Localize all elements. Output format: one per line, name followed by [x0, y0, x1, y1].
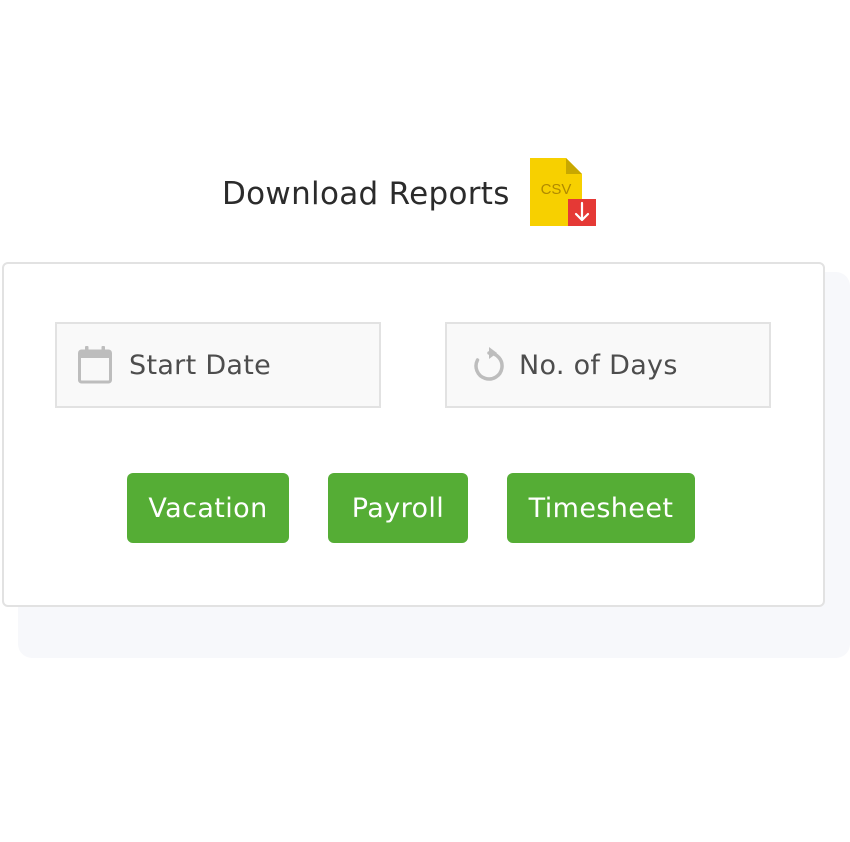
csv-download-icon: CSV	[529, 158, 596, 228]
csv-file-icon: CSV	[529, 158, 596, 226]
num-days-field[interactable]: No. of Days	[445, 322, 771, 408]
calendar-icon	[77, 345, 113, 385]
report-header: Download Reports CSV	[222, 158, 596, 228]
report-card	[2, 262, 825, 607]
num-days-placeholder: No. of Days	[519, 349, 678, 381]
csv-label: CSV	[540, 181, 571, 198]
download-reports-page: Download Reports CSV Start Date No. of D…	[0, 0, 850, 842]
start-date-placeholder: Start Date	[129, 349, 272, 381]
page-title: Download Reports	[222, 176, 510, 212]
refresh-icon	[471, 345, 507, 385]
timesheet-report-button[interactable]: Timesheet	[507, 473, 695, 543]
payroll-report-button[interactable]: Payroll	[328, 473, 468, 543]
vacation-report-button[interactable]: Vacation	[127, 473, 289, 543]
start-date-field[interactable]: Start Date	[55, 322, 381, 408]
